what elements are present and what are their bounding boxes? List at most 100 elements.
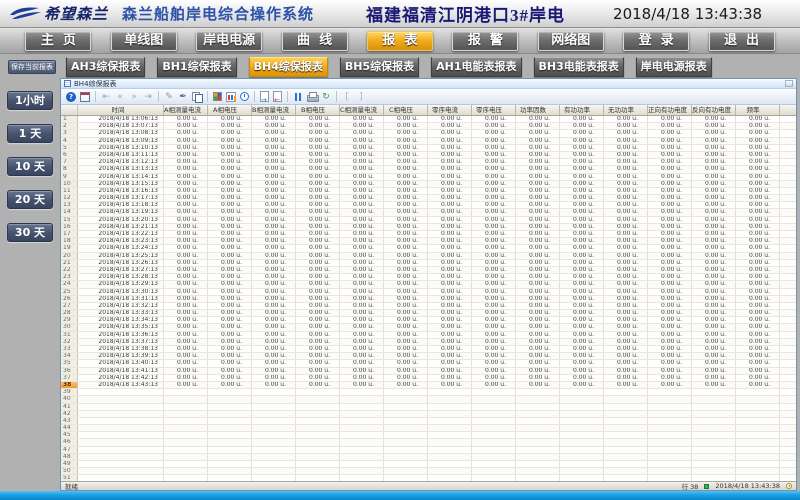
column-header[interactable]: 反向有功电度 bbox=[692, 105, 736, 115]
column-header[interactable]: A相电压 bbox=[208, 105, 252, 115]
nav-button-exit[interactable]: 退 出 bbox=[709, 31, 775, 51]
row-number[interactable]: 48 bbox=[61, 454, 78, 460]
table-row[interactable]: 142018/4/18 13:19:130.00 u.0.00 u.0.00 u… bbox=[61, 209, 796, 216]
first-record-icon[interactable]: ⇤ bbox=[100, 91, 112, 103]
nav-button-report[interactable]: 报 表 bbox=[367, 31, 433, 51]
row-number[interactable]: 50 bbox=[61, 468, 78, 474]
row-number[interactable]: 47 bbox=[61, 447, 78, 453]
table-row[interactable]: 172018/4/18 13:22:130.00 u.0.00 u.0.00 u… bbox=[61, 231, 796, 238]
row-number[interactable]: 37 bbox=[61, 375, 78, 381]
row-number[interactable]: 40 bbox=[61, 396, 78, 402]
copy-icon[interactable] bbox=[191, 91, 203, 103]
table-row[interactable]: 39 bbox=[61, 389, 796, 396]
calendar-icon[interactable] bbox=[80, 92, 90, 102]
row-number[interactable]: 35 bbox=[61, 360, 78, 366]
table-row[interactable]: 132018/4/18 13:18:130.00 u.0.00 u.0.00 u… bbox=[61, 202, 796, 209]
nav-button-alarm[interactable]: 报 警 bbox=[452, 31, 518, 51]
edit-pencil-icon[interactable]: ✎ bbox=[163, 91, 175, 103]
row-number[interactable]: 34 bbox=[61, 353, 78, 359]
row-number[interactable]: 44 bbox=[61, 425, 78, 431]
tab-shore-power-report[interactable]: 岸电电源报表 bbox=[636, 57, 712, 77]
table-row[interactable]: 52018/4/18 13:10:130.00 u.0.00 u.0.00 u.… bbox=[61, 145, 796, 152]
range-button-30day[interactable]: 30 天 bbox=[7, 223, 53, 242]
table-row[interactable]: 82018/4/18 13:13:130.00 u.0.00 u.0.00 u.… bbox=[61, 166, 796, 173]
row-number[interactable]: 43 bbox=[61, 418, 78, 424]
table-row[interactable]: 72018/4/18 13:12:130.00 u.0.00 u.0.00 u.… bbox=[61, 159, 796, 166]
table-row[interactable]: 282018/4/18 13:33:130.00 u.0.00 u.0.00 u… bbox=[61, 310, 796, 317]
table-row[interactable]: 312018/4/18 13:36:130.00 u.0.00 u.0.00 u… bbox=[61, 332, 796, 339]
tab-bh1[interactable]: BH1综保报表 bbox=[157, 57, 236, 77]
table-row[interactable]: 372018/4/18 13:42:130.00 u.0.00 u.0.00 u… bbox=[61, 375, 796, 382]
panel-control-button[interactable] bbox=[785, 80, 793, 87]
column-header[interactable]: A相测量电流 bbox=[164, 105, 208, 115]
range-button-1day[interactable]: 1 天 bbox=[7, 124, 53, 143]
edit-pen-icon[interactable]: ✒ bbox=[177, 91, 189, 103]
nav-button-home[interactable]: 主 页 bbox=[25, 31, 91, 51]
row-number[interactable]: 17 bbox=[61, 231, 78, 237]
column-header[interactable]: 正向有功电度 bbox=[648, 105, 692, 115]
column-header[interactable]: 频率 bbox=[736, 105, 780, 115]
column-header[interactable]: B相测量电流 bbox=[252, 105, 296, 115]
nav-button-login[interactable]: 登 录 bbox=[623, 31, 689, 51]
table-row[interactable]: 332018/4/18 13:38:130.00 u.0.00 u.0.00 u… bbox=[61, 346, 796, 353]
table-row[interactable]: 342018/4/18 13:39:130.00 u.0.00 u.0.00 u… bbox=[61, 353, 796, 360]
table-row[interactable]: 62018/4/18 13:11:130.00 u.0.00 u.0.00 u.… bbox=[61, 152, 796, 159]
row-number[interactable]: 33 bbox=[61, 346, 78, 352]
row-number[interactable]: 49 bbox=[61, 461, 78, 467]
row-number[interactable]: 25 bbox=[61, 289, 78, 295]
tab-bh3-meter[interactable]: BH3电能表报表 bbox=[534, 57, 624, 77]
mark-start-icon[interactable]: [ bbox=[341, 91, 353, 103]
table-row[interactable]: 42 bbox=[61, 411, 796, 418]
row-number[interactable]: 39 bbox=[61, 389, 78, 395]
table-row[interactable]: 382018/4/18 13:43:130.00 u.0.00 u.0.00 u… bbox=[61, 382, 796, 389]
tab-bh5[interactable]: BH5综保报表 bbox=[340, 57, 419, 77]
table-row[interactable]: 47 bbox=[61, 447, 796, 454]
row-number[interactable]: 20 bbox=[61, 253, 78, 259]
table-row[interactable]: 252018/4/18 13:30:130.00 u.0.00 u.0.00 u… bbox=[61, 289, 796, 296]
row-number[interactable]: 2 bbox=[61, 123, 78, 129]
print-icon[interactable] bbox=[306, 91, 318, 103]
table-row[interactable]: 192018/4/18 13:24:130.00 u.0.00 u.0.00 u… bbox=[61, 245, 796, 252]
tab-ah3[interactable]: AH3综保报表 bbox=[66, 57, 145, 77]
table-row[interactable]: 102018/4/18 13:15:130.00 u.0.00 u.0.00 u… bbox=[61, 181, 796, 188]
nav-button-network-diagram[interactable]: 网络图 bbox=[538, 31, 604, 51]
table-row[interactable]: 212018/4/18 13:26:130.00 u.0.00 u.0.00 u… bbox=[61, 260, 796, 267]
column-header[interactable]: C相电压 bbox=[384, 105, 428, 115]
chart-view-icon[interactable] bbox=[226, 92, 236, 102]
nav-button-single-line-diagram[interactable]: 单线图 bbox=[111, 31, 177, 51]
refresh-icon[interactable]: ↻ bbox=[320, 91, 332, 103]
row-number[interactable]: 21 bbox=[61, 260, 78, 266]
nav-button-curve[interactable]: 曲 线 bbox=[282, 31, 348, 51]
row-number[interactable]: 5 bbox=[61, 145, 78, 151]
row-number[interactable]: 27 bbox=[61, 303, 78, 309]
row-number[interactable]: 1 bbox=[61, 116, 78, 122]
timer-icon[interactable] bbox=[240, 92, 249, 101]
table-row[interactable]: 92018/4/18 13:14:130.00 u.0.00 u.0.00 u.… bbox=[61, 174, 796, 181]
row-number[interactable]: 29 bbox=[61, 317, 78, 323]
table-row[interactable]: 112018/4/18 13:16:130.00 u.0.00 u.0.00 u… bbox=[61, 188, 796, 195]
column-header[interactable]: C相测量电流 bbox=[340, 105, 384, 115]
table-row[interactable]: 41 bbox=[61, 404, 796, 411]
row-number[interactable]: 45 bbox=[61, 432, 78, 438]
row-number[interactable]: 38 bbox=[61, 382, 78, 388]
table-row[interactable]: 232018/4/18 13:28:130.00 u.0.00 u.0.00 u… bbox=[61, 274, 796, 281]
row-number[interactable]: 10 bbox=[61, 181, 78, 187]
table-row[interactable]: 222018/4/18 13:27:130.00 u.0.00 u.0.00 u… bbox=[61, 267, 796, 274]
table-row[interactable]: 122018/4/18 13:17:130.00 u.0.00 u.0.00 u… bbox=[61, 195, 796, 202]
column-header[interactable]: 时间 bbox=[78, 105, 164, 115]
row-number[interactable]: 31 bbox=[61, 332, 78, 338]
table-row[interactable]: 362018/4/18 13:41:130.00 u.0.00 u.0.00 u… bbox=[61, 368, 796, 375]
table-row[interactable]: 152018/4/18 13:20:130.00 u.0.00 u.0.00 u… bbox=[61, 217, 796, 224]
row-number[interactable]: 18 bbox=[61, 238, 78, 244]
row-number[interactable]: 13 bbox=[61, 202, 78, 208]
table-row[interactable]: 202018/4/18 13:25:130.00 u.0.00 u.0.00 u… bbox=[61, 253, 796, 260]
row-number[interactable]: 16 bbox=[61, 224, 78, 230]
column-header[interactable]: 零序电流 bbox=[428, 105, 472, 115]
prev-record-icon[interactable]: « bbox=[114, 91, 126, 103]
table-row[interactable]: 50 bbox=[61, 468, 796, 475]
table-row[interactable]: 48 bbox=[61, 454, 796, 461]
column-header[interactable]: 零序电压 bbox=[472, 105, 516, 115]
import-file-icon[interactable] bbox=[273, 91, 282, 102]
row-number[interactable]: 7 bbox=[61, 159, 78, 165]
column-header[interactable]: B相电压 bbox=[296, 105, 340, 115]
